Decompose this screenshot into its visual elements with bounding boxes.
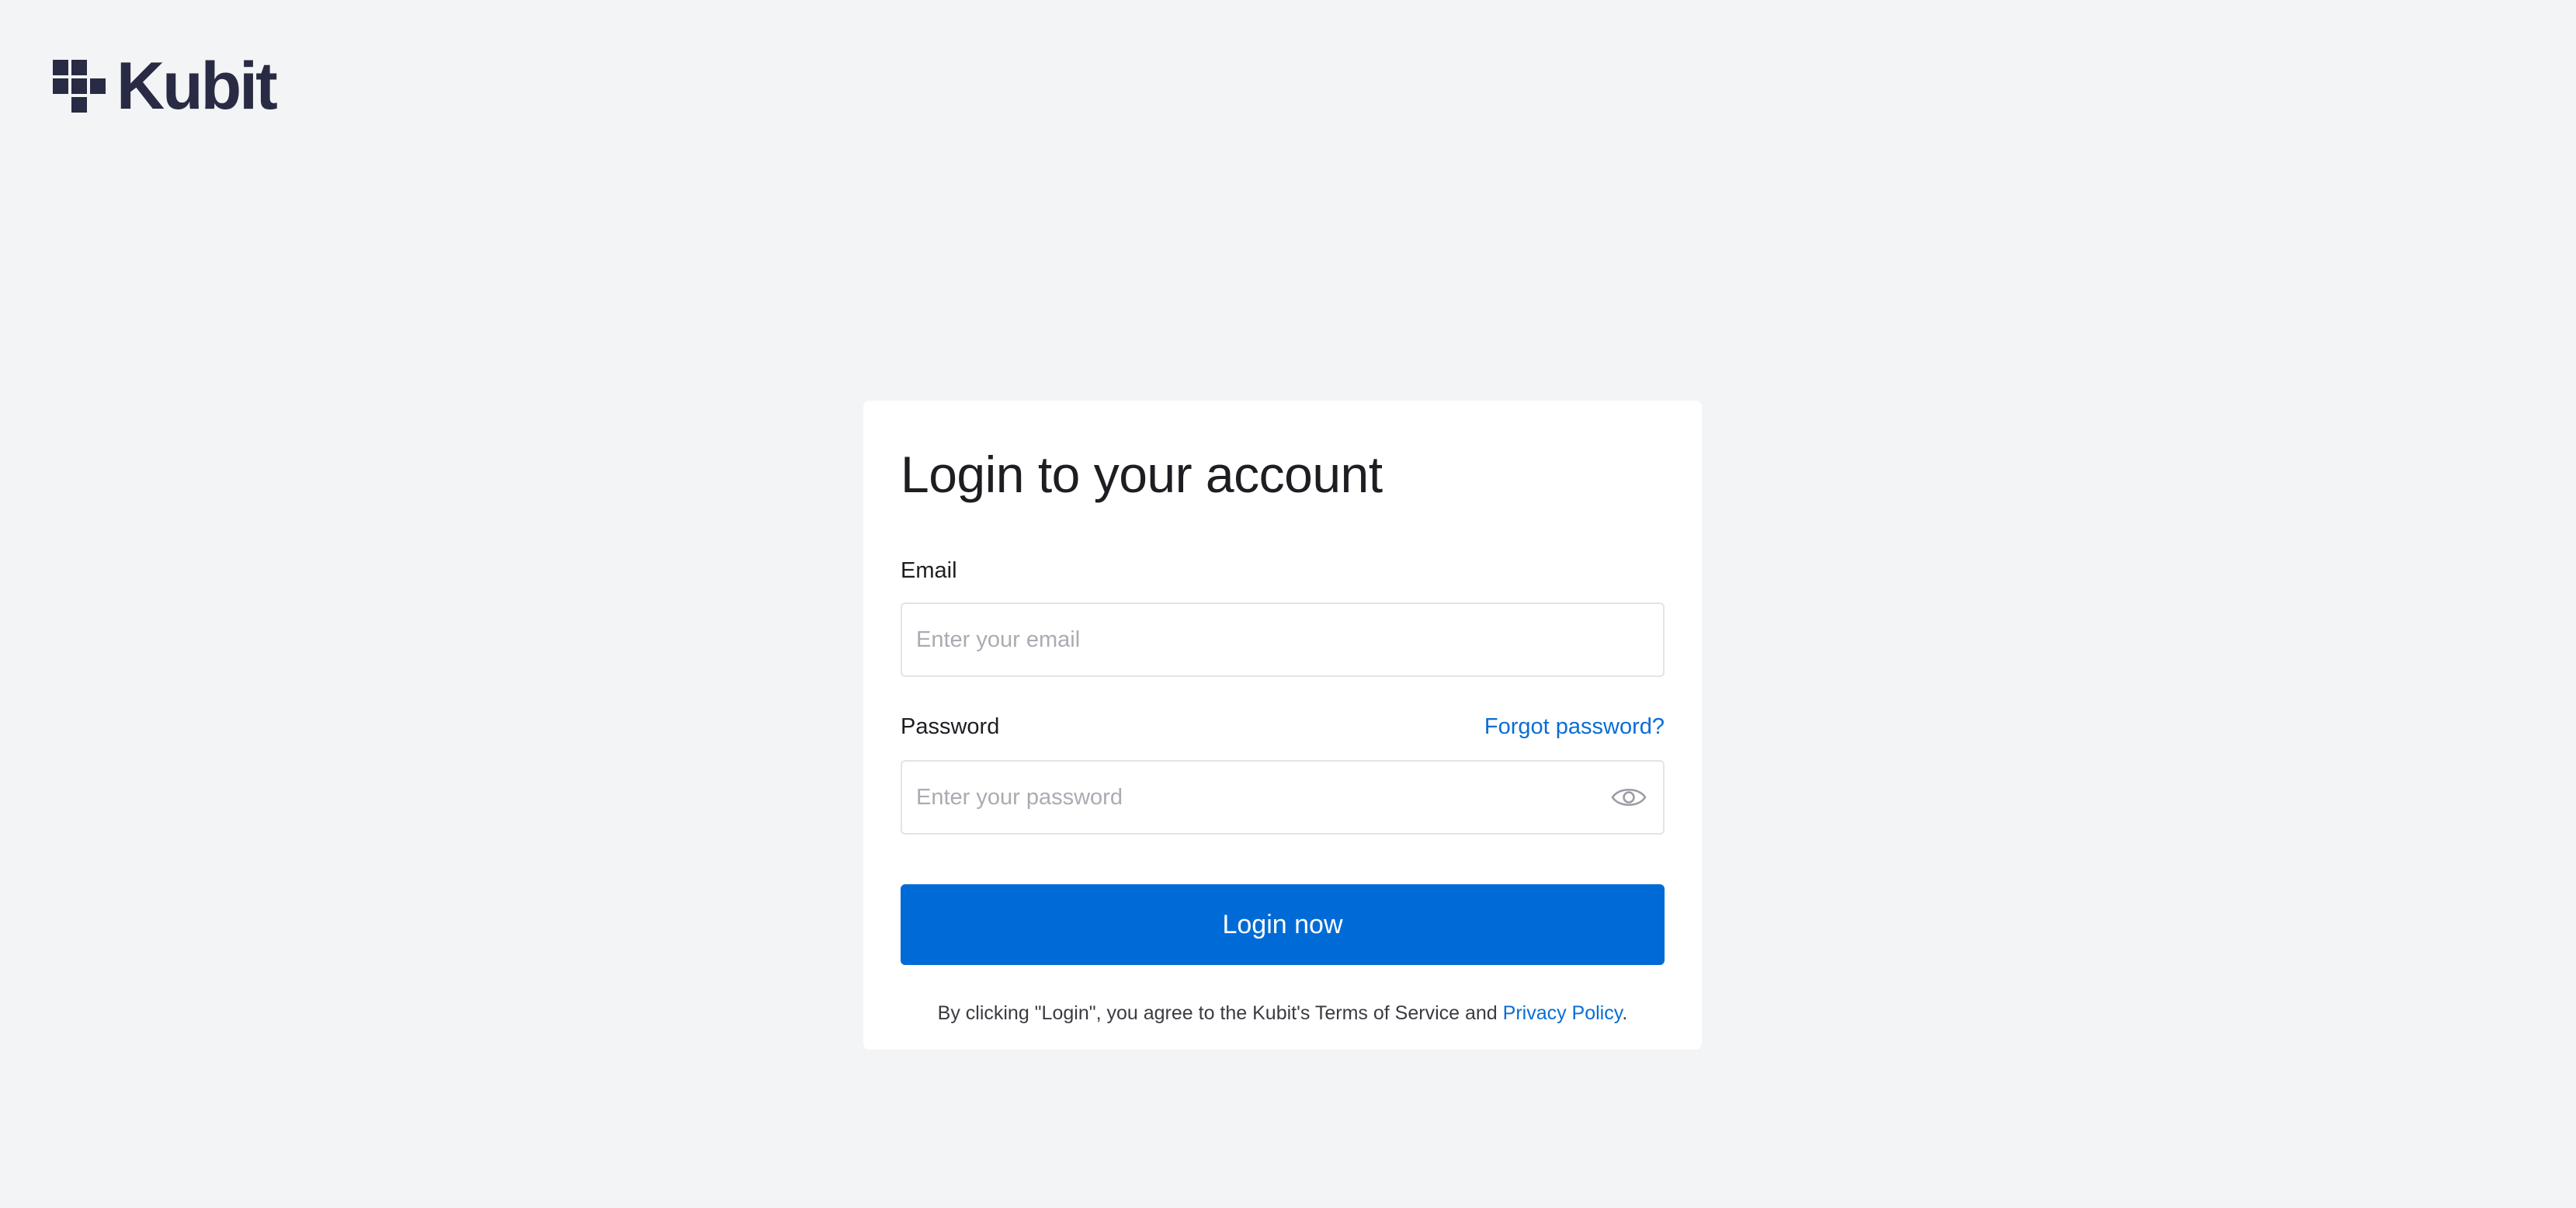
terms-notice: By clicking "Login", you agree to the Ku… bbox=[901, 1002, 1665, 1025]
terms-text: By clicking "Login", you agree to the Ku… bbox=[937, 1002, 1498, 1025]
password-input[interactable] bbox=[902, 762, 1663, 834]
privacy-policy-link[interactable]: Privacy Policy bbox=[1503, 1002, 1623, 1024]
forgot-password-link[interactable]: Forgot password? bbox=[1484, 714, 1665, 740]
email-input-wrapper bbox=[901, 602, 1665, 678]
eye-icon[interactable] bbox=[1610, 783, 1647, 811]
kubit-logo-icon bbox=[53, 60, 106, 113]
login-button[interactable]: Login now bbox=[901, 884, 1665, 966]
page-title: Login to your account bbox=[901, 446, 1383, 503]
email-input[interactable] bbox=[902, 604, 1663, 676]
password-label: Password bbox=[901, 714, 1000, 740]
brand-name: Kubit bbox=[116, 49, 278, 123]
password-label-row: Password Forgot password? bbox=[901, 714, 1665, 740]
email-label: Email bbox=[901, 558, 957, 584]
terms-period: . bbox=[1622, 1002, 1628, 1025]
login-card: Login to your account Email Password For… bbox=[863, 401, 1702, 1050]
password-input-wrapper bbox=[901, 760, 1665, 835]
brand-logo[interactable]: Kubit bbox=[53, 49, 278, 123]
